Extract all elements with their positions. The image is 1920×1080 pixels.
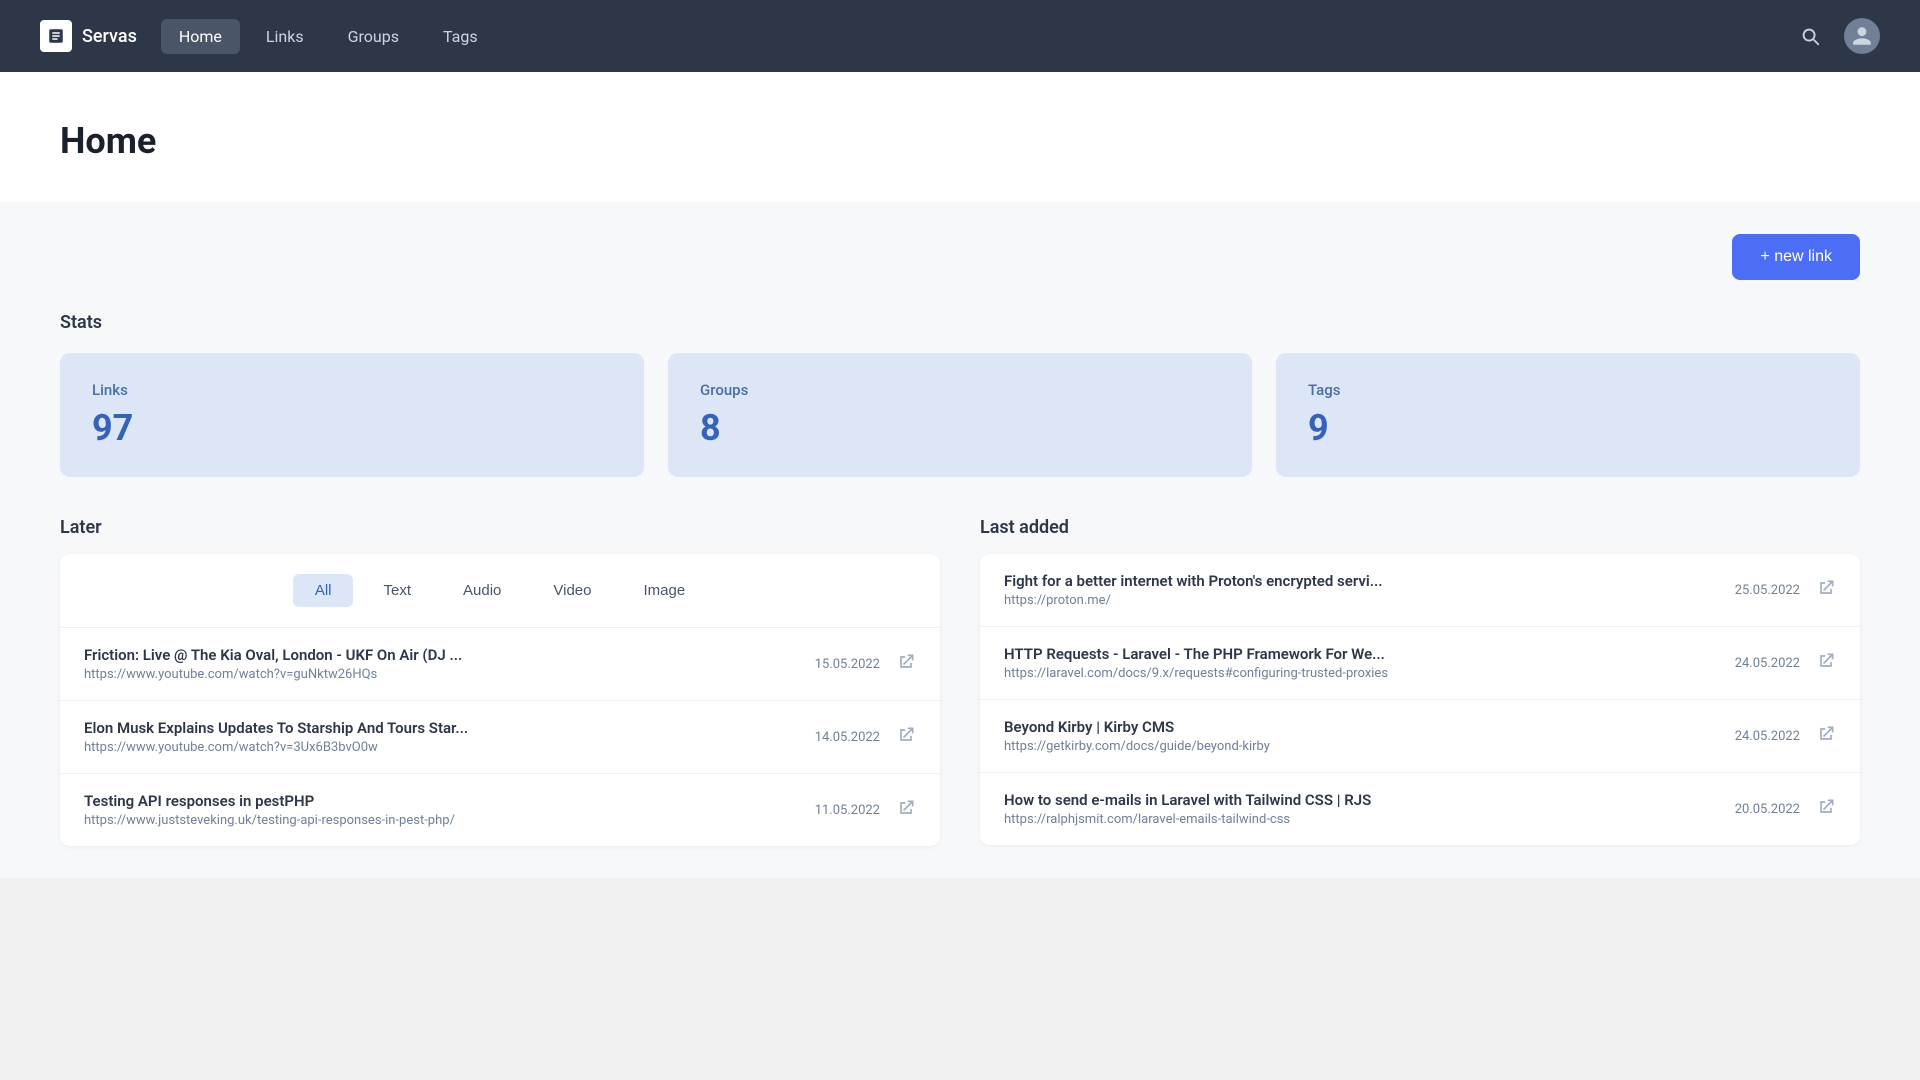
link-url: https://getkirby.com/docs/guide/beyond-k…	[1004, 739, 1735, 754]
nav-tags[interactable]: Tags	[425, 19, 496, 54]
user-avatar[interactable]	[1844, 18, 1880, 54]
link-info: Beyond Kirby | Kirby CMS https://getkirb…	[1004, 718, 1735, 754]
last-added-list-item[interactable]: Beyond Kirby | Kirby CMS https://getkirb…	[980, 700, 1860, 773]
last-added-title: Last added	[980, 517, 1860, 538]
later-section: Later AllTextAudioVideoImage Friction: L…	[60, 517, 940, 846]
later-list-item[interactable]: Friction: Live @ The Kia Oval, London - …	[60, 628, 940, 701]
page-title: Home	[60, 120, 1860, 202]
stat-value: 9	[1308, 407, 1828, 449]
stats-grid: Links 97 Groups 8 Tags 9	[60, 353, 1860, 477]
later-list-item[interactable]: Testing API responses in pestPHP https:/…	[60, 774, 940, 846]
filter-tab-audio[interactable]: Audio	[441, 574, 523, 607]
link-date: 25.05.2022	[1735, 583, 1800, 598]
external-link-icon[interactable]	[896, 798, 916, 822]
last-added-list-item[interactable]: Fight for a better internet with Proton'…	[980, 554, 1860, 627]
last-added-list-item[interactable]: HTTP Requests - Laravel - The PHP Framew…	[980, 627, 1860, 700]
logo[interactable]: Servas	[40, 20, 137, 52]
stat-label: Groups	[700, 381, 1220, 399]
filter-tab-text[interactable]: Text	[361, 574, 433, 607]
two-col-layout: Later AllTextAudioVideoImage Friction: L…	[60, 517, 1860, 846]
link-title: Friction: Live @ The Kia Oval, London - …	[84, 646, 504, 664]
later-list-item[interactable]: Elon Musk Explains Updates To Starship A…	[60, 701, 940, 774]
link-info: HTTP Requests - Laravel - The PHP Framew…	[1004, 645, 1735, 681]
stat-card: Tags 9	[1276, 353, 1860, 477]
link-info: Fight for a better internet with Proton'…	[1004, 572, 1735, 608]
main-content: Home	[0, 72, 1920, 202]
later-list: Friction: Live @ The Kia Oval, London - …	[60, 628, 940, 846]
link-url: https://ralphjsmit.com/laravel-emails-ta…	[1004, 812, 1735, 827]
stat-label: Tags	[1308, 381, 1828, 399]
stat-card: Links 97	[60, 353, 644, 477]
secondary-area: + new link Stats Links 97 Groups 8 Tags …	[0, 202, 1920, 878]
external-link-icon[interactable]	[1816, 651, 1836, 675]
stat-value: 97	[92, 407, 612, 449]
link-date: 24.05.2022	[1735, 656, 1800, 671]
search-button[interactable]	[1792, 18, 1828, 54]
link-date: 15.05.2022	[815, 657, 880, 672]
nav-home[interactable]: Home	[161, 19, 240, 54]
external-link-icon[interactable]	[896, 652, 916, 676]
link-info: Elon Musk Explains Updates To Starship A…	[84, 719, 815, 755]
stats-section: Stats Links 97 Groups 8 Tags 9	[60, 312, 1860, 477]
last-added-card: Fight for a better internet with Proton'…	[980, 554, 1860, 845]
link-title: HTTP Requests - Laravel - The PHP Framew…	[1004, 645, 1424, 663]
last-added-section: Last added Fight for a better internet w…	[980, 517, 1860, 846]
link-url: https://www.youtube.com/watch?v=guNktw26…	[84, 667, 815, 682]
link-info: How to send e-mails in Laravel with Tail…	[1004, 791, 1735, 827]
filter-tabs: AllTextAudioVideoImage	[60, 554, 940, 628]
nav-groups[interactable]: Groups	[330, 19, 417, 54]
link-info: Testing API responses in pestPHP https:/…	[84, 792, 815, 828]
stat-label: Links	[92, 381, 612, 399]
link-title: Elon Musk Explains Updates To Starship A…	[84, 719, 504, 737]
link-url: https://laravel.com/docs/9.x/requests#co…	[1004, 666, 1735, 681]
toolbar: + new link	[60, 234, 1860, 280]
link-title: How to send e-mails in Laravel with Tail…	[1004, 791, 1424, 809]
link-url: https://www.youtube.com/watch?v=3Ux6B3bv…	[84, 740, 815, 755]
link-url: https://proton.me/	[1004, 593, 1735, 608]
link-date: 14.05.2022	[815, 730, 880, 745]
link-url: https://www.juststeveking.uk/testing-api…	[84, 813, 815, 828]
filter-tab-video[interactable]: Video	[531, 574, 613, 607]
app-name: Servas	[82, 26, 137, 47]
stats-title: Stats	[60, 312, 1860, 333]
external-link-icon[interactable]	[1816, 797, 1836, 821]
link-title: Beyond Kirby | Kirby CMS	[1004, 718, 1424, 736]
external-link-icon[interactable]	[1816, 578, 1836, 602]
last-added-list-item[interactable]: How to send e-mails in Laravel with Tail…	[980, 773, 1860, 845]
new-link-button[interactable]: + new link	[1732, 234, 1860, 280]
link-date: 20.05.2022	[1735, 802, 1800, 817]
external-link-icon[interactable]	[1816, 724, 1836, 748]
link-title: Testing API responses in pestPHP	[84, 792, 504, 810]
filter-tab-image[interactable]: Image	[621, 574, 707, 607]
last-added-list: Fight for a better internet with Proton'…	[980, 554, 1860, 845]
stat-value: 8	[700, 407, 1220, 449]
logo-icon	[40, 20, 72, 52]
later-card: AllTextAudioVideoImage Friction: Live @ …	[60, 554, 940, 846]
later-title: Later	[60, 517, 940, 538]
link-date: 24.05.2022	[1735, 729, 1800, 744]
nav-links[interactable]: Links	[248, 19, 322, 54]
external-link-icon[interactable]	[896, 725, 916, 749]
link-date: 11.05.2022	[815, 803, 880, 818]
stat-card: Groups 8	[668, 353, 1252, 477]
link-info: Friction: Live @ The Kia Oval, London - …	[84, 646, 815, 682]
link-title: Fight for a better internet with Proton'…	[1004, 572, 1424, 590]
filter-tab-all[interactable]: All	[293, 574, 354, 607]
